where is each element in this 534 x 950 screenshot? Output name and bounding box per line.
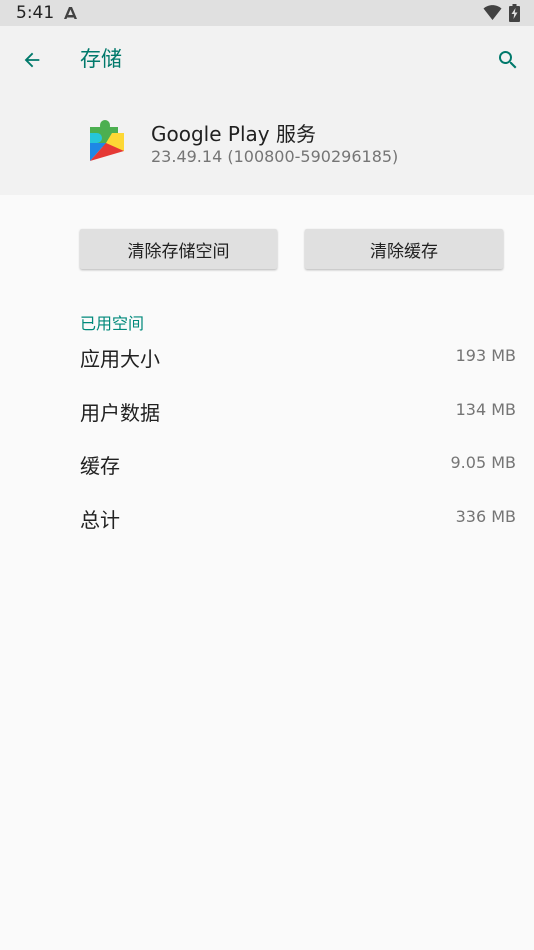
row-label: 总计: [80, 508, 120, 532]
clear-storage-button[interactable]: 清除存储空间: [80, 229, 277, 269]
clear-cache-button[interactable]: 清除缓存: [305, 229, 503, 269]
app-header: 存储 Google Play 服务 23.49.14 (100800-59029…: [0, 26, 534, 195]
row-value: 193 MB: [455, 346, 516, 365]
storage-row-app-size: 应用大小 193 MB: [0, 343, 534, 383]
section-title-used-space: 已用空间: [80, 314, 145, 333]
row-label: 用户数据: [80, 401, 160, 425]
search-button[interactable]: [490, 42, 526, 78]
row-label: 缓存: [80, 454, 120, 478]
status-bar: 5:41: [0, 0, 534, 26]
search-icon: [499, 51, 517, 69]
storage-row-total: 总计 336 MB: [0, 504, 534, 544]
app-name: Google Play 服务: [151, 122, 316, 146]
row-value: 336 MB: [455, 507, 516, 526]
app-storage-screen: 5:41 存储 Google Play 服务 23.49.14 (100800-…: [0, 0, 534, 950]
app-version: 23.49.14 (100800-590296185): [151, 147, 399, 166]
battery-icon: [509, 4, 520, 22]
notification-a-icon: [64, 7, 77, 19]
wifi-icon: [483, 5, 502, 20]
google-play-services-icon: [90, 120, 124, 161]
row-value: 9.05 MB: [450, 453, 517, 472]
status-time: 5:41: [16, 3, 55, 23]
arrow-back-icon: [24, 52, 40, 68]
storage-row-cache: 缓存 9.05 MB: [0, 450, 534, 490]
row-value: 134 MB: [455, 400, 516, 419]
storage-row-user-data: 用户数据 134 MB: [0, 397, 534, 437]
page-title: 存储: [80, 47, 122, 71]
row-label: 应用大小: [80, 347, 160, 371]
back-button[interactable]: [14, 42, 50, 78]
